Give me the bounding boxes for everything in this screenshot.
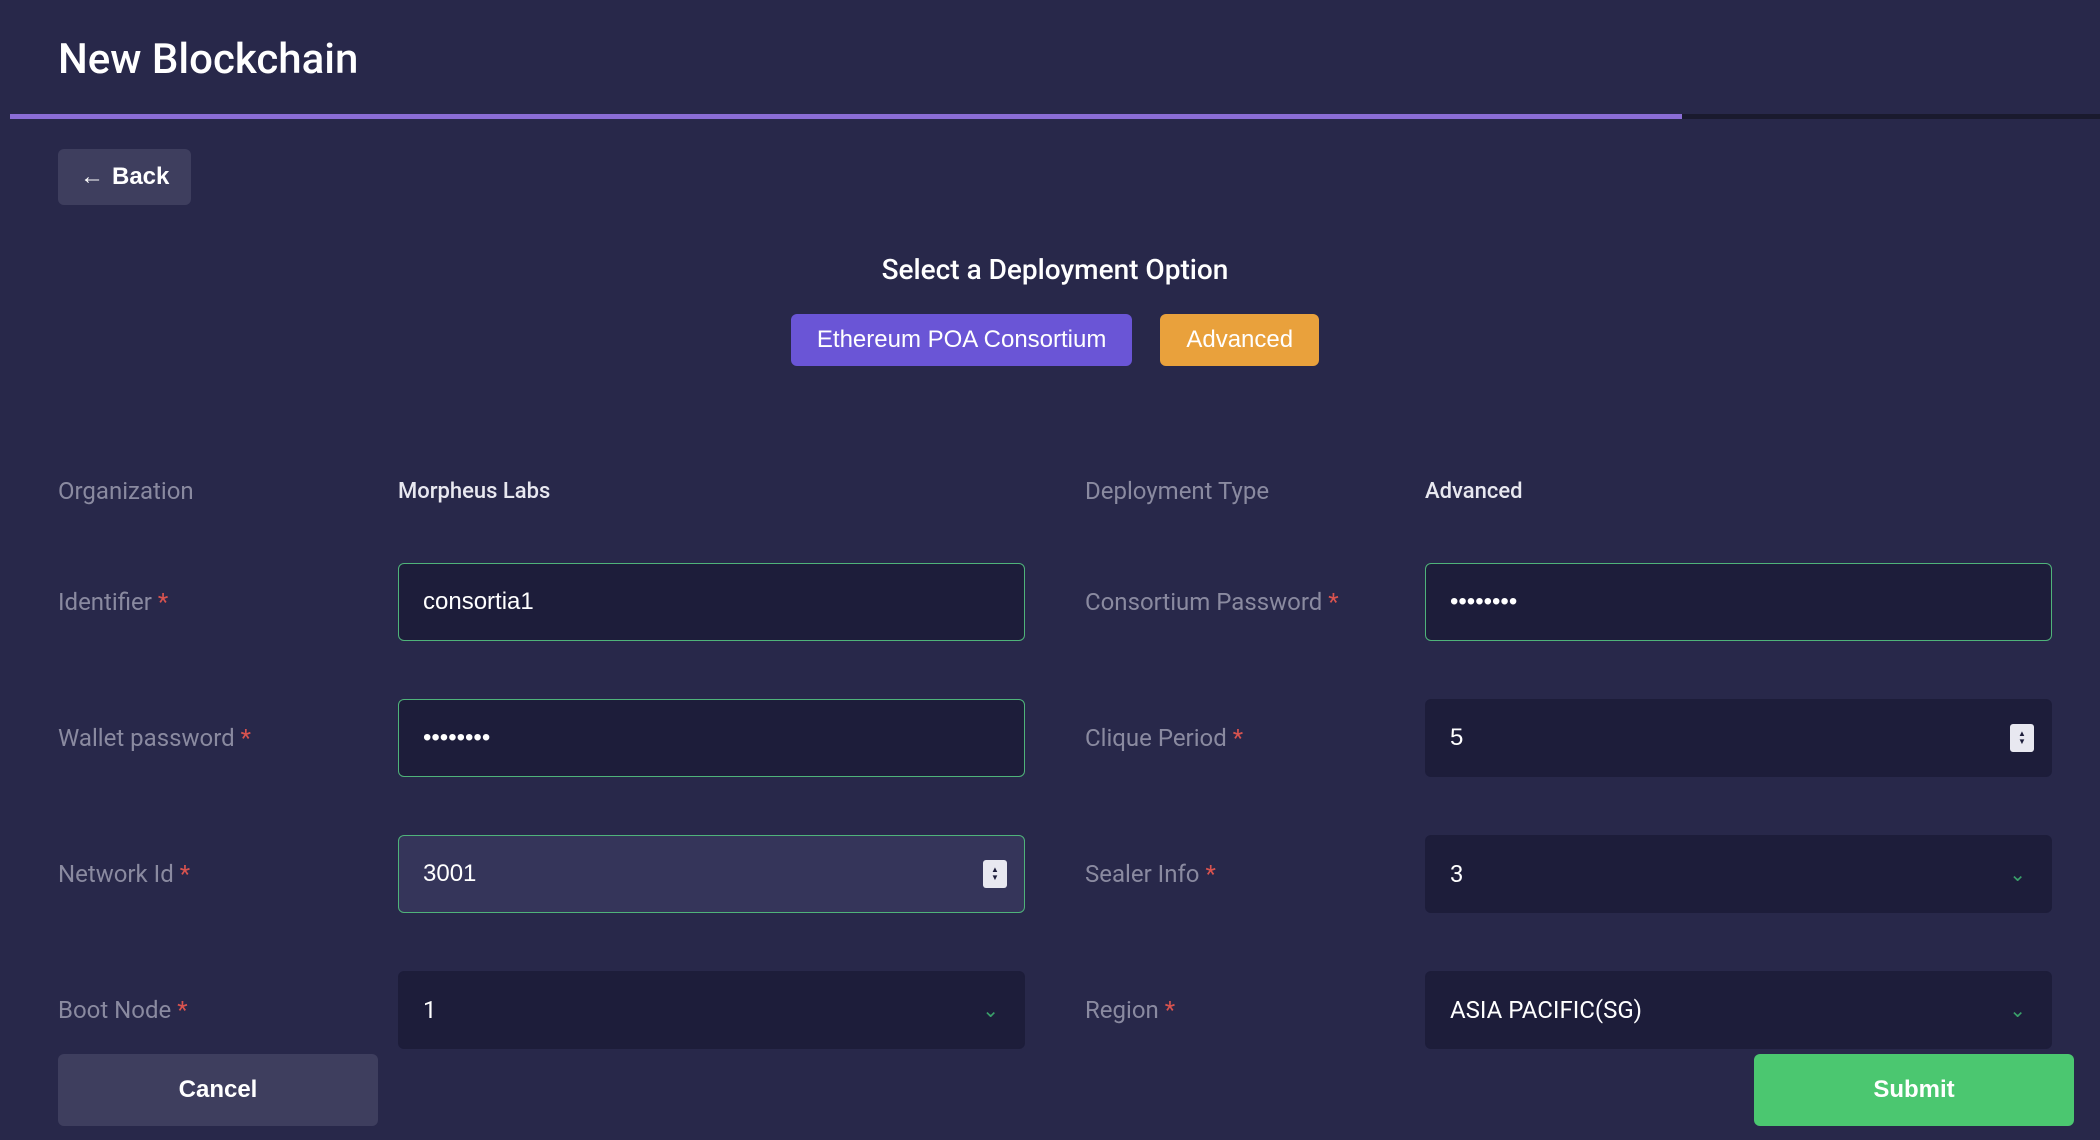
back-label: Back <box>112 163 169 191</box>
region-select[interactable]: ASIA PACIFIC(SG) <box>1425 971 2052 1049</box>
clique-period-label: Clique Period* <box>1085 724 1425 752</box>
boot-node-value: 1 <box>423 996 437 1024</box>
sealer-info-value: 3 <box>1450 860 1464 888</box>
sealer-info-select[interactable]: 3 <box>1425 835 2052 913</box>
sealer-info-label: Sealer Info* <box>1085 860 1425 888</box>
progress-bar <box>10 114 2100 119</box>
network-id-input[interactable] <box>398 835 1025 913</box>
organization-value: Morpheus Labs <box>398 479 550 504</box>
form-right-column: Deployment Type Advanced Consortium Pass… <box>1085 461 2052 1107</box>
region-label: Region* <box>1085 996 1425 1024</box>
consortium-password-label: Consortium Password* <box>1085 588 1425 616</box>
deployment-type-label: Deployment Type <box>1085 477 1425 505</box>
deployment-type-value: Advanced <box>1425 479 1523 504</box>
arrow-left-icon: ← <box>80 163 104 191</box>
boot-node-label: Boot Node* <box>58 996 398 1024</box>
form-left-column: Organization Morpheus Labs Identifier* W… <box>58 461 1025 1107</box>
submit-button[interactable]: Submit <box>1754 1054 2074 1126</box>
deploy-tabs: Ethereum POA Consortium Advanced <box>58 314 2052 366</box>
cancel-button[interactable]: Cancel <box>58 1054 378 1126</box>
identifier-label: Identifier* <box>58 588 398 616</box>
tab-ethereum-poa[interactable]: Ethereum POA Consortium <box>791 314 1132 366</box>
back-button[interactable]: ← Back <box>58 149 191 205</box>
clique-period-input[interactable] <box>1425 699 2052 777</box>
tab-advanced[interactable]: Advanced <box>1160 314 1319 366</box>
progress-fill <box>10 114 1682 119</box>
spinner-icon[interactable] <box>983 860 1007 888</box>
boot-node-select[interactable]: 1 <box>398 971 1025 1049</box>
identifier-input[interactable] <box>398 563 1025 641</box>
organization-label: Organization <box>58 477 398 505</box>
consortium-password-input[interactable] <box>1425 563 2052 641</box>
region-value: ASIA PACIFIC(SG) <box>1450 996 1642 1024</box>
network-id-label: Network Id* <box>58 860 398 888</box>
page-title: New Blockchain <box>10 0 2100 114</box>
wallet-password-input[interactable] <box>398 699 1025 777</box>
deploy-heading: Select a Deployment Option <box>58 253 2052 286</box>
wallet-password-label: Wallet password* <box>58 724 398 752</box>
spinner-icon[interactable] <box>2010 724 2034 752</box>
